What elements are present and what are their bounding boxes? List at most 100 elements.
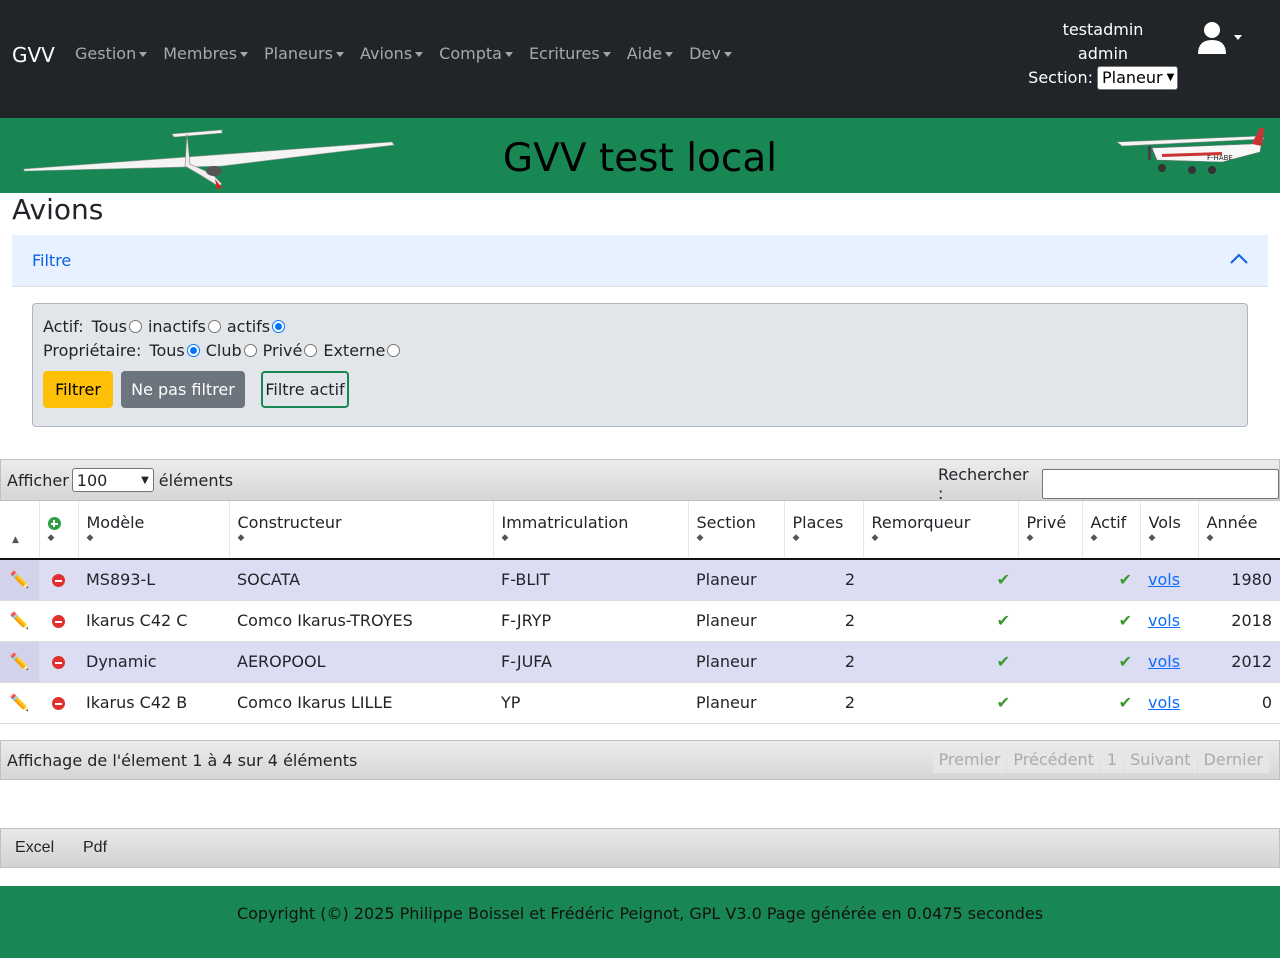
caret-down-icon bbox=[139, 52, 148, 57]
sort-icon: ◆ bbox=[47, 533, 55, 543]
filter-button[interactable]: Filtrer bbox=[43, 371, 113, 408]
pencil-icon[interactable]: ✏️ bbox=[10, 570, 30, 589]
sort-icon: ◆ bbox=[86, 533, 94, 543]
menu-avions[interactable]: Avions bbox=[360, 44, 424, 63]
pager-last[interactable]: Dernier bbox=[1197, 747, 1269, 773]
owner-externe-radio[interactable] bbox=[387, 344, 401, 357]
search-input[interactable] bbox=[1042, 469, 1279, 499]
pager-previous[interactable]: Précédent bbox=[1007, 747, 1100, 773]
sort-icon: ◆ bbox=[1148, 533, 1156, 543]
delete-icon[interactable] bbox=[52, 574, 65, 588]
sort-icon: ◆ bbox=[237, 533, 245, 543]
col-add-header[interactable]: ◆ bbox=[39, 501, 79, 560]
check-icon: ✔ bbox=[996, 693, 1010, 712]
col-places-header[interactable]: Places ◆ bbox=[784, 501, 864, 560]
cell-section: Planeur bbox=[688, 682, 784, 724]
menu-gestion[interactable]: Gestion bbox=[75, 44, 148, 63]
vols-link[interactable]: vols bbox=[1148, 570, 1180, 589]
check-icon: ✔ bbox=[1118, 570, 1132, 590]
sort-icon: ◆ bbox=[792, 533, 800, 543]
filter-panel: Actif: Tous inactifs actifs Propriétaire… bbox=[32, 303, 1248, 427]
caret-down-icon bbox=[723, 52, 732, 57]
actif-tous-label: Tous bbox=[91, 317, 127, 336]
menu-compta[interactable]: Compta bbox=[439, 44, 513, 63]
cell-immat: F-JUFA bbox=[493, 641, 688, 683]
delete-cell bbox=[39, 682, 78, 724]
table-row: ✏️ Dynamic AEROPOOL F-JUFA Planeur 2 ✔ ✔… bbox=[0, 641, 1280, 683]
menu-aide[interactable]: Aide bbox=[627, 44, 674, 63]
sort-asc-icon: ▲ bbox=[12, 535, 19, 545]
cell-annee: 2018 bbox=[1198, 600, 1280, 642]
cell-prive bbox=[1018, 600, 1082, 642]
delete-cell bbox=[39, 641, 78, 683]
col-remorqueur-header[interactable]: Remorqueur ◆ bbox=[863, 501, 1019, 560]
owner-club-label: Club bbox=[205, 341, 242, 360]
col-vols-header[interactable]: Vols ◆ bbox=[1140, 501, 1199, 560]
user-name: testadmin bbox=[1062, 20, 1144, 39]
menu-membres[interactable]: Membres bbox=[163, 44, 249, 63]
section-select[interactable]: Planeur ▼ bbox=[1097, 66, 1178, 90]
actif-inactifs-radio[interactable] bbox=[207, 320, 221, 333]
sort-icon: ◆ bbox=[871, 533, 879, 543]
pencil-icon[interactable]: ✏️ bbox=[10, 611, 30, 630]
vols-link[interactable]: vols bbox=[1148, 611, 1180, 630]
menu-dev[interactable]: Dev bbox=[689, 44, 732, 63]
table-toolbar: Afficher 100 ▼ éléments Rechercher : bbox=[0, 459, 1280, 503]
col-actif-header[interactable]: Actif ◆ bbox=[1082, 501, 1141, 560]
chevron-down-icon: ▼ bbox=[1166, 72, 1175, 83]
cell-modele: Ikarus C42 C bbox=[78, 600, 229, 642]
owner-prive-radio[interactable] bbox=[304, 344, 318, 357]
cell-modele: Dynamic bbox=[78, 641, 229, 683]
cell-annee: 1980 bbox=[1198, 559, 1280, 601]
main-menu: Gestion Membres Planeurs Avions Compta E… bbox=[75, 44, 748, 63]
pager-page-1[interactable]: 1 bbox=[1100, 747, 1124, 773]
col-modele-header[interactable]: Modèle ◆ bbox=[78, 501, 230, 560]
col-section-header[interactable]: Section ◆ bbox=[688, 501, 785, 560]
menu-ecritures[interactable]: Ecritures bbox=[529, 44, 611, 63]
cell-prive bbox=[1018, 641, 1082, 683]
filter-accordion-label: Filtre bbox=[32, 251, 72, 270]
table-row: ✏️ Ikarus C42 B Comco Ikarus LILLE YP Pl… bbox=[0, 682, 1280, 724]
cell-vols: vols bbox=[1140, 600, 1198, 642]
add-icon[interactable] bbox=[47, 517, 61, 530]
active-filter-button[interactable]: Filtre actif bbox=[261, 371, 349, 408]
col-prive-header[interactable]: Privé ◆ bbox=[1018, 501, 1083, 560]
actif-filter-row: Actif: Tous inactifs actifs bbox=[43, 317, 291, 336]
page-length-select[interactable]: 100 ▼ bbox=[71, 468, 154, 492]
cell-places: 2 bbox=[784, 682, 863, 724]
export-excel-button[interactable]: Excel bbox=[15, 839, 54, 857]
col-immat-header[interactable]: Immatriculation ◆ bbox=[493, 501, 689, 560]
pencil-icon[interactable]: ✏️ bbox=[10, 693, 30, 712]
pagination: Premier Précédent 1 Suivant Dernier bbox=[932, 747, 1269, 773]
cell-prive bbox=[1018, 559, 1082, 601]
actif-tous-radio[interactable] bbox=[128, 320, 142, 333]
pager-first[interactable]: Premier bbox=[932, 747, 1007, 773]
owner-tous-radio[interactable] bbox=[186, 344, 200, 357]
brand-link[interactable]: GVV bbox=[12, 43, 55, 67]
user-avatar-icon[interactable] bbox=[1196, 20, 1244, 56]
caret-down-icon bbox=[665, 52, 674, 57]
menu-planeurs[interactable]: Planeurs bbox=[264, 44, 344, 63]
cell-places: 2 bbox=[784, 641, 863, 683]
filter-accordion-header[interactable]: Filtre bbox=[12, 235, 1268, 287]
cell-actif: ✔ bbox=[1082, 559, 1140, 601]
vols-link[interactable]: vols bbox=[1148, 652, 1180, 671]
actif-actifs-radio[interactable] bbox=[272, 320, 286, 333]
sort-icon: ◆ bbox=[1026, 533, 1034, 543]
vols-link[interactable]: vols bbox=[1148, 693, 1180, 712]
cell-annee: 2012 bbox=[1198, 641, 1280, 683]
cell-vols: vols bbox=[1140, 682, 1198, 724]
pencil-icon[interactable]: ✏️ bbox=[10, 652, 30, 671]
col-annee-header[interactable]: Année ◆ bbox=[1198, 501, 1280, 560]
delete-icon[interactable] bbox=[52, 615, 65, 628]
col-constructeur-header[interactable]: Constructeur ◆ bbox=[229, 501, 494, 560]
cell-actif: ✔ bbox=[1082, 600, 1140, 642]
col-edit-header[interactable]: ▲ bbox=[0, 501, 40, 560]
table-footer: Affichage de l'élement 1 à 4 sur 4 éléme… bbox=[0, 740, 1280, 780]
no-filter-button[interactable]: Ne pas filtrer bbox=[121, 371, 245, 408]
pager-next[interactable]: Suivant bbox=[1124, 747, 1197, 773]
delete-icon[interactable] bbox=[52, 697, 65, 710]
owner-club-radio[interactable] bbox=[243, 344, 257, 357]
export-pdf-button[interactable]: Pdf bbox=[83, 839, 107, 857]
delete-icon[interactable] bbox=[52, 656, 65, 669]
